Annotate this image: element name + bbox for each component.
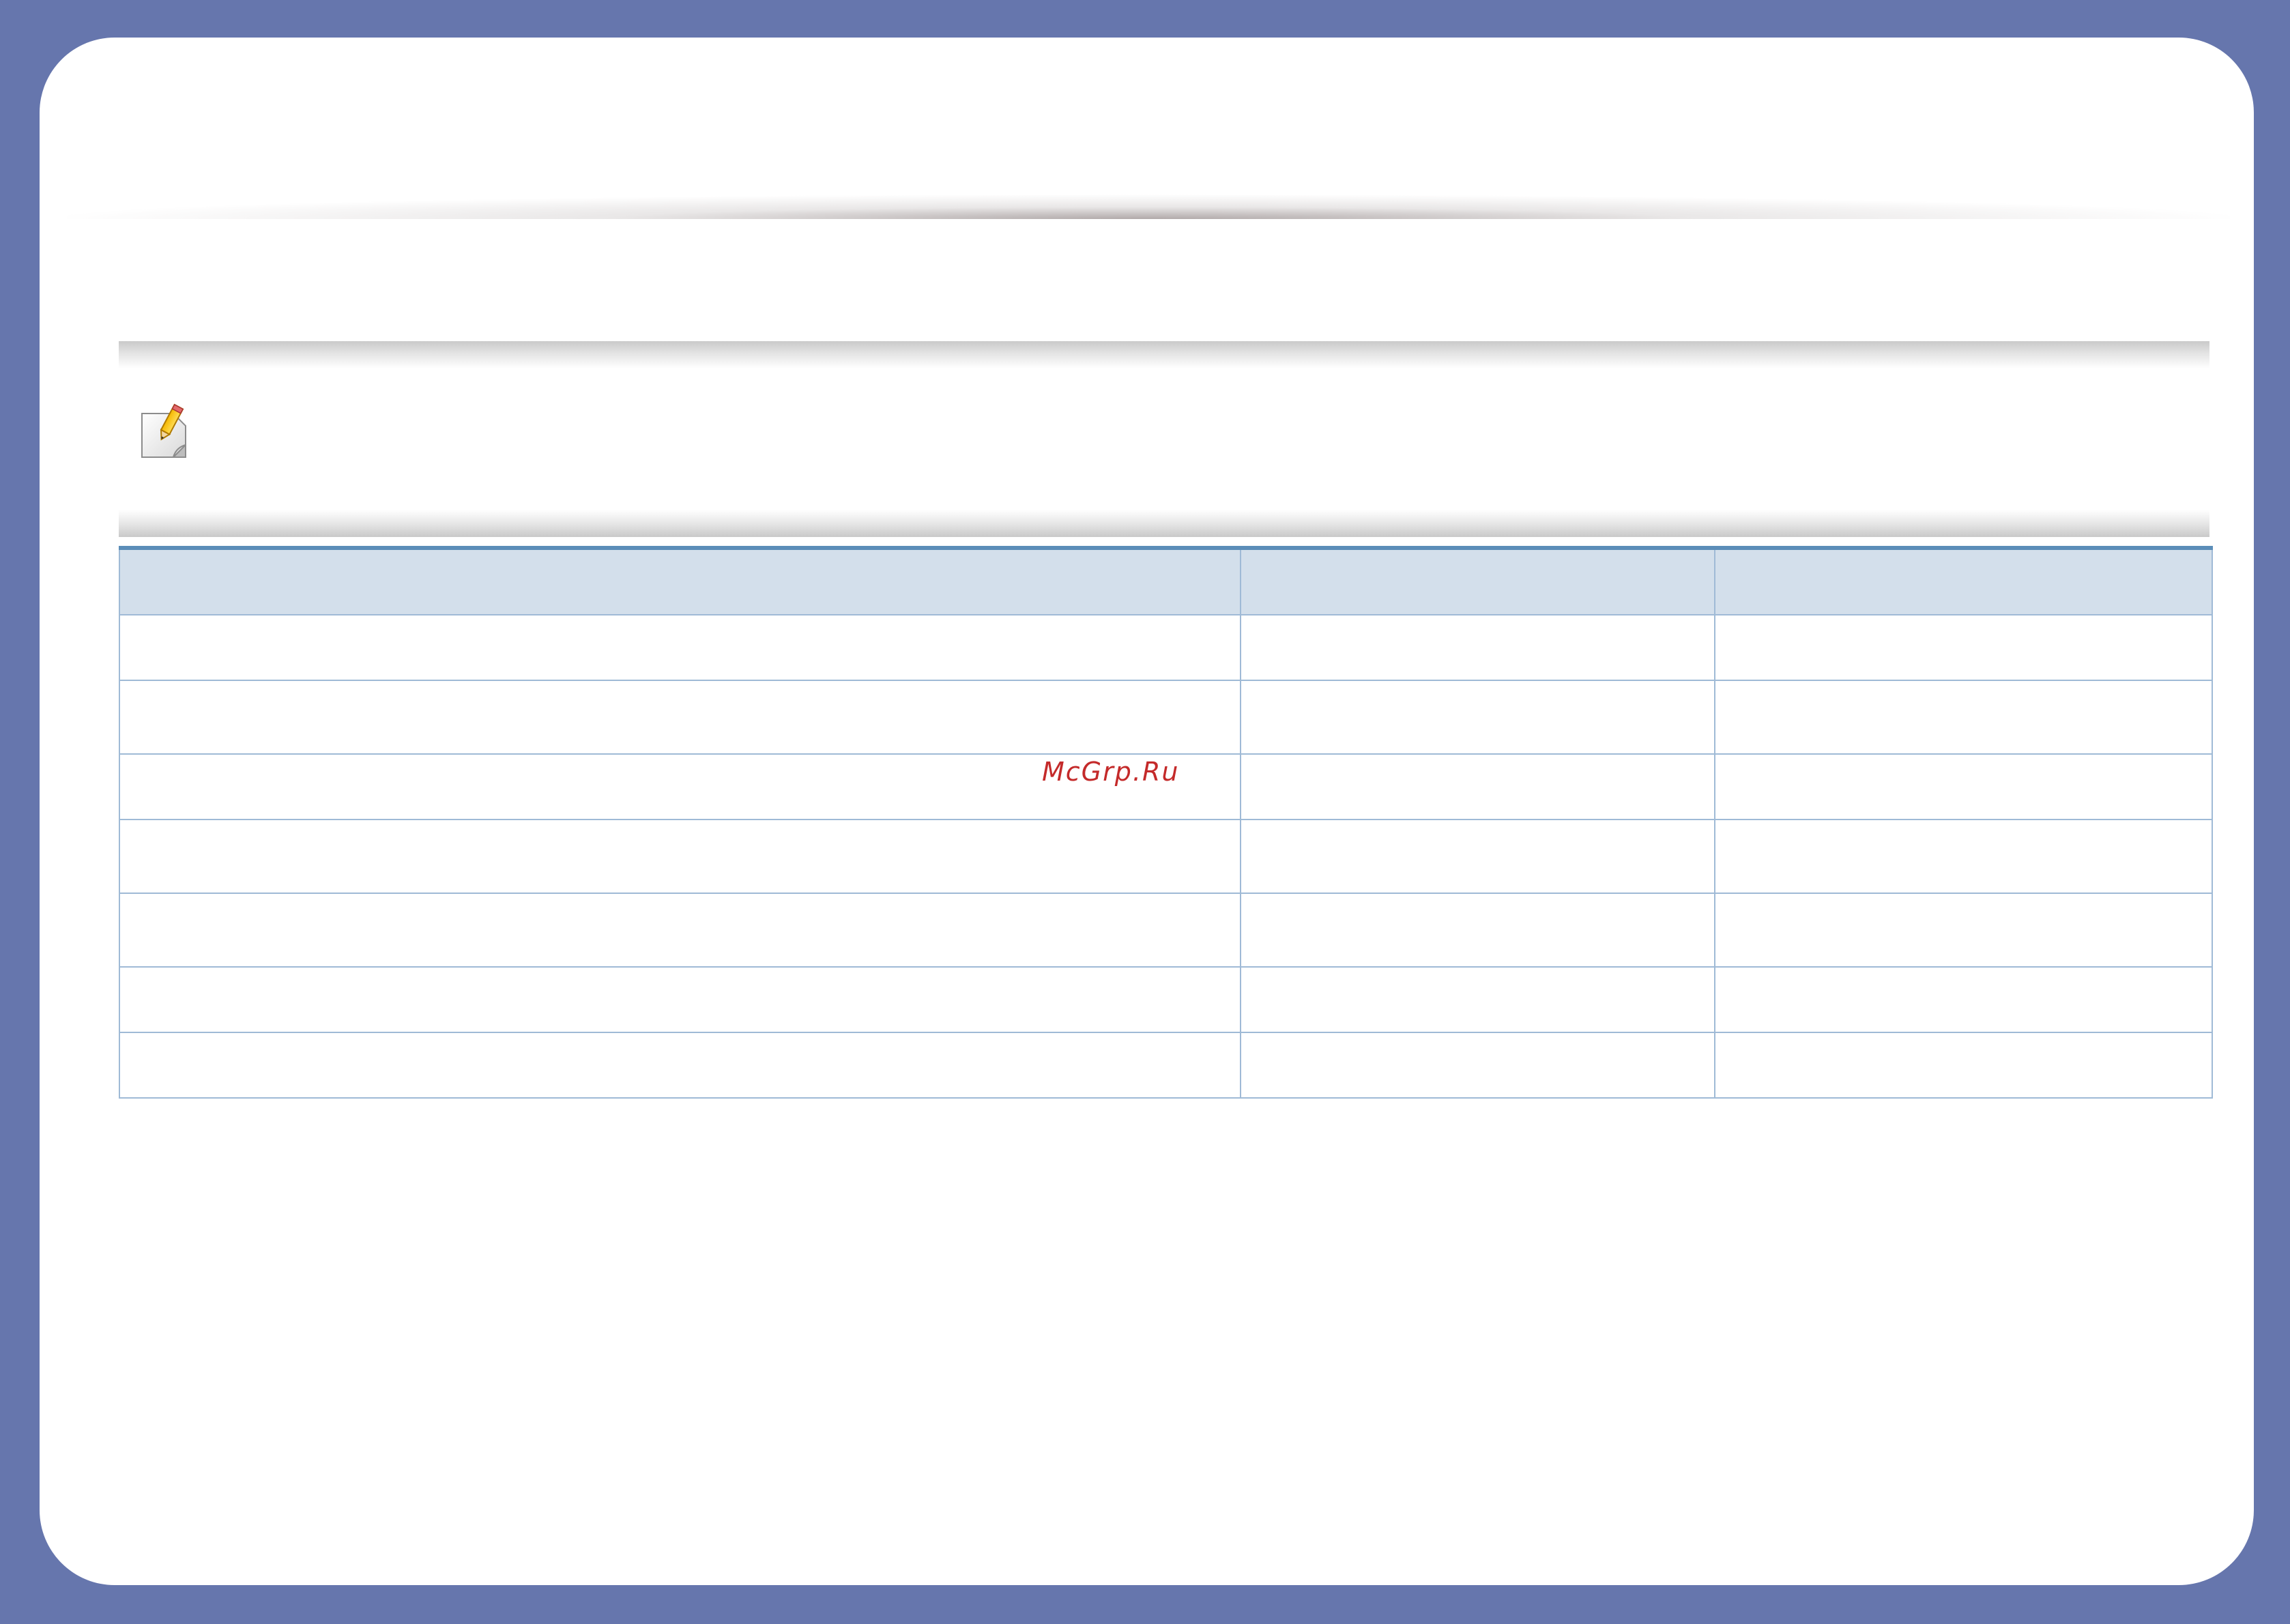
table-cell <box>1240 680 1715 755</box>
table-cell <box>1714 614 2213 681</box>
table-header-cell <box>1714 547 2213 615</box>
table-row <box>119 893 2213 968</box>
table-header-cell <box>119 547 1241 615</box>
document-page <box>40 38 2254 1585</box>
table-row <box>119 966 2213 1033</box>
table-cell <box>1240 893 1715 968</box>
spec-table <box>119 546 2213 1099</box>
table-cell <box>1240 753 1715 820</box>
table-cell <box>119 680 1241 755</box>
table-row <box>119 614 2213 681</box>
table-cell <box>1240 966 1715 1033</box>
table-cell <box>1240 614 1715 681</box>
table-cell <box>119 966 1241 1033</box>
table-row <box>119 1032 2213 1099</box>
note-pencil-icon <box>138 403 192 460</box>
note-box <box>119 341 2209 537</box>
table-row <box>119 680 2213 755</box>
table-cell <box>1714 819 2213 894</box>
table-cell <box>1714 1032 2213 1099</box>
table-cell <box>1714 893 2213 968</box>
note-band-top <box>119 341 2209 368</box>
watermark: McGrp.Ru <box>1042 757 1180 787</box>
table-cell <box>1714 966 2213 1033</box>
table-cell <box>1714 680 2213 755</box>
table-cell <box>119 614 1241 681</box>
table-cell <box>1714 753 2213 820</box>
note-band-bottom <box>119 510 2209 537</box>
table-header-cell <box>1240 547 1715 615</box>
table-cell <box>119 1032 1241 1099</box>
table-row <box>119 819 2213 894</box>
header-divider <box>67 194 2230 219</box>
table-cell <box>119 893 1241 968</box>
table-header-row <box>119 547 2213 615</box>
table-cell <box>1240 1032 1715 1099</box>
table-cell <box>1240 819 1715 894</box>
table-cell <box>119 819 1241 894</box>
